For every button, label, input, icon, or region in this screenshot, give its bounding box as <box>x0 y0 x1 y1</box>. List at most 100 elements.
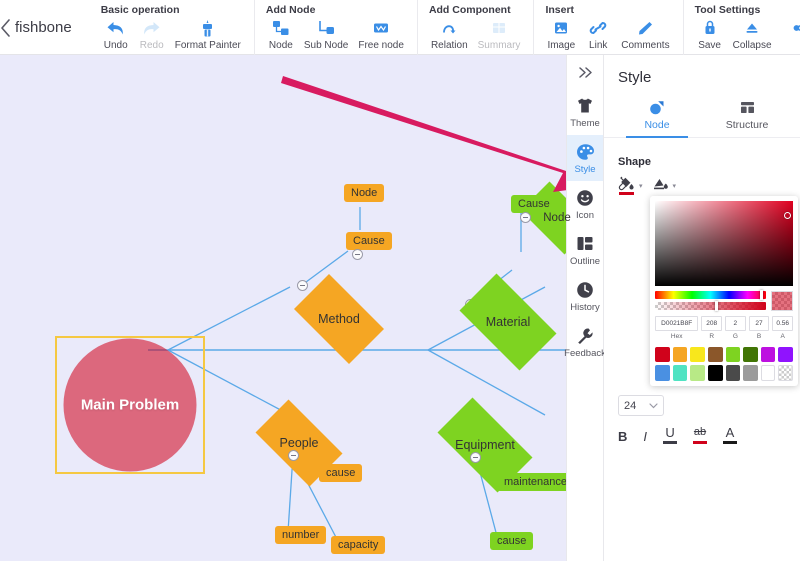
node-equipment-maintenance[interactable]: maintenance <box>497 473 574 491</box>
underline-glyph: U <box>665 425 675 440</box>
add-node-button[interactable]: Node <box>264 18 298 51</box>
node-equipment-cause[interactable]: cause <box>490 532 534 550</box>
group-title: Insert <box>545 4 575 16</box>
format-painter-icon <box>198 18 217 38</box>
border-color-tool[interactable]: ▾ <box>652 176 677 195</box>
preset-swatch[interactable] <box>707 347 723 362</box>
node-method-sub-node[interactable]: Node <box>344 184 385 202</box>
green-input[interactable]: 2 <box>725 316 746 331</box>
node-people-capacity[interactable]: capacity <box>331 536 386 554</box>
toolbar-group-add-node: Add Node Node Sub Node Free node <box>253 0 417 55</box>
share-icon <box>793 24 800 31</box>
preset-swatch[interactable] <box>707 364 723 382</box>
diagram-canvas[interactable]: Main Problem Node Cause Method Node Caus… <box>0 55 604 561</box>
bold-button[interactable]: B <box>618 429 627 444</box>
node-label: cause <box>326 467 356 479</box>
red-input[interactable]: 208 <box>701 316 723 331</box>
node-label: Node <box>543 212 571 224</box>
rail-collapse-button[interactable] <box>567 55 603 89</box>
preset-swatch[interactable] <box>725 347 741 362</box>
rail-item-feedback[interactable]: Feedback <box>564 319 606 365</box>
preset-swatch[interactable] <box>672 364 688 382</box>
alpha-input[interactable]: 0.56 <box>772 316 793 331</box>
collapse-toggle[interactable] <box>288 450 299 461</box>
rail-item-outline[interactable]: Outline <box>567 227 603 273</box>
font-color-button[interactable]: A <box>723 425 738 444</box>
save-button[interactable]: Save <box>693 18 727 51</box>
rail-item-history[interactable]: History <box>567 273 603 319</box>
insert-image-button[interactable]: Image <box>543 18 579 51</box>
document-title[interactable]: fishbone <box>11 0 90 55</box>
underline-button[interactable]: U <box>663 425 678 444</box>
strikethrough-button[interactable]: ab <box>693 425 708 444</box>
collapse-button[interactable]: Collapse <box>729 18 776 51</box>
preset-swatch[interactable] <box>655 364 670 382</box>
hue-knob[interactable] <box>760 290 763 300</box>
add-summary-button[interactable]: Summary <box>474 18 525 51</box>
preset-swatch[interactable] <box>655 347 670 362</box>
undo-button[interactable]: Undo <box>99 18 133 51</box>
fill-tools-row: ▾ ▾ <box>604 174 800 195</box>
text-format-tools: B I U ab A <box>618 425 738 444</box>
strikethrough-glyph: ab <box>693 426 707 438</box>
font-size-select[interactable]: 24 <box>618 395 664 416</box>
node-equipment[interactable]: Equipment <box>425 397 545 493</box>
preset-swatch[interactable] <box>743 347 758 362</box>
preset-swatch[interactable] <box>760 347 776 362</box>
share-button[interactable]: Share <box>785 16 800 40</box>
tab-node[interactable]: Node <box>612 96 702 138</box>
fill-color-tool[interactable]: ▾ <box>618 176 643 195</box>
insert-comments-button[interactable]: Comments <box>617 18 673 51</box>
hue-slider[interactable] <box>655 290 766 300</box>
node-label: Cause <box>353 235 385 247</box>
tab-structure[interactable]: Structure <box>702 96 792 137</box>
node-label: number <box>282 529 320 541</box>
panel-title: Style <box>618 69 652 86</box>
style-panel: Style Node Structure Shape ▾ ▾ D0021B8F … <box>604 55 800 561</box>
alpha-knob[interactable] <box>714 301 718 311</box>
node-people-number[interactable]: number <box>275 526 327 544</box>
collapse-toggle[interactable] <box>470 452 481 463</box>
saturation-area[interactable] <box>655 201 793 286</box>
preset-swatch[interactable] <box>690 364 705 382</box>
preset-swatch[interactable] <box>690 347 705 362</box>
preset-swatch[interactable] <box>760 364 776 382</box>
preset-swatch[interactable] <box>743 364 758 382</box>
chevron-down-icon: ▾ <box>672 182 677 190</box>
insert-link-button[interactable]: Link <box>581 18 615 51</box>
node-people-cause[interactable]: cause <box>319 464 363 482</box>
node-method[interactable]: Method <box>284 274 394 364</box>
add-free-node-button[interactable]: Free node <box>354 18 408 51</box>
collapse-toggle[interactable] <box>352 249 363 260</box>
back-button[interactable] <box>0 0 11 55</box>
rail-item-style[interactable]: Style <box>567 135 603 181</box>
tb-label: Relation <box>430 40 468 51</box>
node-label: Cause <box>518 198 550 210</box>
redo-button[interactable]: Redo <box>135 18 169 51</box>
node-material-cause[interactable]: Cause <box>511 195 557 213</box>
tb-label: Collapse <box>732 40 772 51</box>
smiley-icon <box>576 188 594 207</box>
saturation-cursor[interactable] <box>784 212 791 219</box>
italic-button[interactable]: I <box>643 429 647 444</box>
node-method-cause[interactable]: Cause <box>346 232 392 250</box>
add-sub-node-button[interactable]: Sub Node <box>300 18 352 51</box>
color-picker-popover[interactable]: D0021B8F Hex 208 R 2 G 27 B 0.56 A <box>650 196 798 387</box>
chevron-down-icon: ▾ <box>639 182 643 190</box>
rail-item-theme[interactable]: Theme <box>567 89 603 135</box>
format-painter-button[interactable]: Format Painter <box>171 18 245 51</box>
alpha-slider[interactable] <box>655 301 766 311</box>
preset-swatch[interactable] <box>778 347 793 362</box>
collapse-toggle[interactable] <box>520 212 531 223</box>
tb-label: Free node <box>358 40 404 51</box>
node-material[interactable]: Material <box>448 273 568 371</box>
blue-input[interactable]: 27 <box>748 316 770 331</box>
rail-item-icon[interactable]: Icon <box>567 181 603 227</box>
add-relation-button[interactable]: Relation <box>427 18 472 51</box>
hex-input[interactable]: D0021B8F <box>655 316 699 331</box>
main-problem-node[interactable]: Main Problem <box>55 336 205 474</box>
preset-swatch[interactable] <box>672 347 688 362</box>
relation-icon <box>440 18 458 38</box>
preset-swatch[interactable] <box>778 364 793 382</box>
preset-swatch[interactable] <box>725 364 741 382</box>
